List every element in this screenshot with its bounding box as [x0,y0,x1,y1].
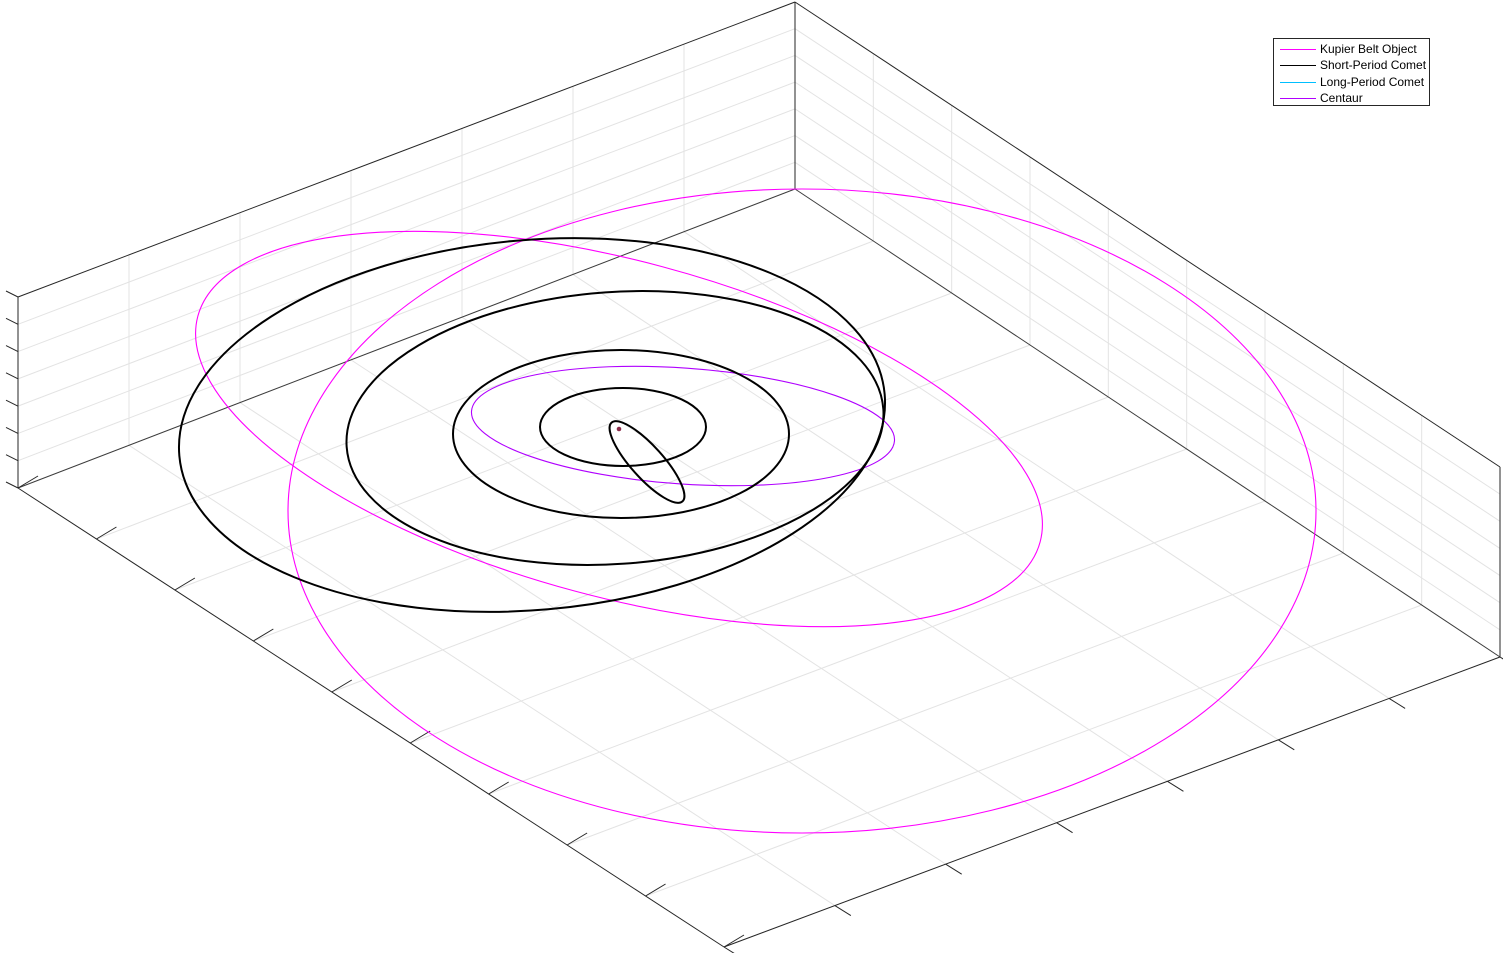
orbit-plot [5,1,1503,953]
wall-grid-line [17,81,796,380]
legend-item: Kupier Belt Object [1274,41,1429,57]
legend-item: Centaur [1274,90,1429,106]
z-tick [5,345,19,353]
y-tick [723,946,735,953]
y-tick [1278,739,1295,751]
wall-grid-line [17,161,796,462]
wall-grid-line [17,135,796,434]
wall-grid-line [794,108,1501,576]
orbit-short-period-comet [345,290,885,566]
x-tick [17,475,39,489]
wall-grid-line [17,28,796,325]
legend-label: Kupier Belt Object [1320,42,1417,56]
z-tick [5,399,19,407]
y-tick [945,863,962,875]
legend-swatch [1280,81,1316,83]
wall-grid-line [17,108,796,407]
floor-grid-line [572,274,1279,741]
legend-swatch [1280,49,1316,50]
z-tick [5,290,19,298]
floor-grid-line [683,231,1390,699]
y-axis-line [723,656,1501,948]
legend-label: Short-Period Comet [1320,58,1427,73]
floor-grid-line [96,240,874,540]
orbit-short-period-comet [452,349,790,519]
y-tick [1167,780,1184,792]
wall-grid-line [17,54,796,353]
x-axis-line [17,487,725,948]
legend-swatch [1280,98,1316,100]
floor-grid-line [128,444,836,906]
floor-grid-line [461,316,1168,782]
z-tick [5,481,19,489]
floor-grid-line [239,402,946,865]
legend-item: Short-Period Comet [1274,57,1429,73]
legend-label: Long-Period Comet [1320,74,1425,89]
grid-lines [17,28,1501,906]
z-tick [5,317,19,325]
back-floor-edge [794,188,1501,658]
back-floor-edge [17,188,796,489]
floor-grid-line [566,552,1344,846]
wall-grid-line [794,161,1501,631]
z-tick [5,454,19,462]
wall-grid-line [794,135,1501,604]
orbit-short-period-comet [608,420,686,504]
legend: Kupier Belt Object Short-Period Comet Lo… [1273,38,1430,106]
wall-grid-line [794,81,1501,549]
top-wall-edge [17,1,796,298]
floor-grid-line [488,500,1266,795]
y-tick [1056,822,1073,834]
sun-marker [616,426,622,432]
z-tick [5,372,19,380]
y-tick [834,905,852,916]
z-tick [5,426,19,434]
legend-label: Centaur [1320,91,1363,106]
floor-grid-line [350,359,1057,824]
legend-item: Long-Period Comet [1274,74,1429,90]
legend-swatch [1280,65,1316,67]
wall-grid-line [794,55,1501,522]
orbit-paths [177,188,1317,834]
orbit-short-period-comet [539,387,707,467]
axes-frame [17,1,1501,948]
floor-grid-line [410,448,1187,744]
orbit-kupier-belt-object [287,188,1317,834]
y-tick [1388,698,1406,709]
floor-grid-line [645,604,1422,897]
